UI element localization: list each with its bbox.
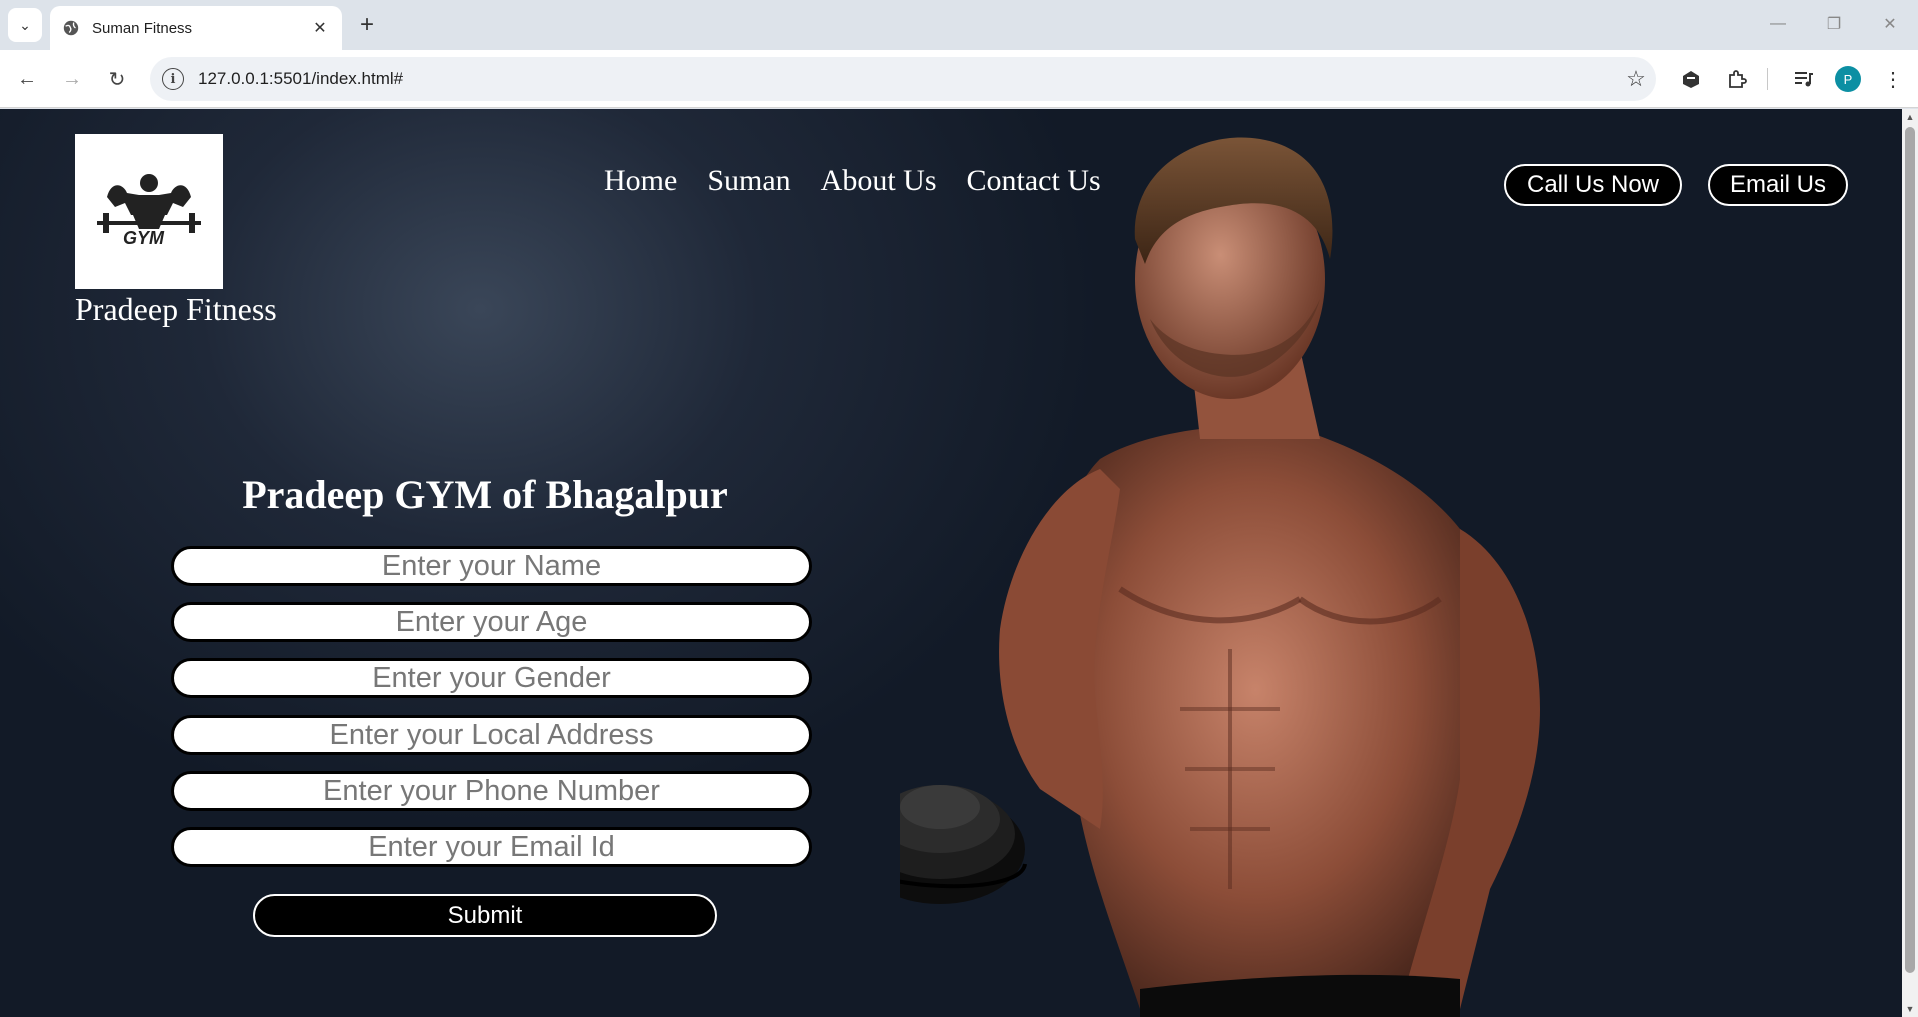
profile-avatar[interactable]: P: [1835, 66, 1861, 92]
nav-suman[interactable]: Suman: [707, 164, 790, 198]
address-bar[interactable]: i 127.0.0.1:5501/index.html# ☆: [150, 57, 1656, 101]
extension-app-icon[interactable]: [1676, 64, 1706, 94]
site-info-icon[interactable]: i: [162, 68, 184, 90]
form-title: Pradeep GYM of Bhagalpur: [242, 472, 728, 517]
tab-title: Suman Fitness: [92, 19, 193, 37]
media-control-icon[interactable]: [1788, 64, 1818, 94]
tab-strip: ⌄ Suman Fitness ✕ + — ❐ ✕: [0, 0, 1918, 50]
extensions-puzzle-icon[interactable]: [1722, 64, 1752, 94]
address-input[interactable]: [171, 715, 812, 755]
page-scrollbar[interactable]: ▲ ▼: [1902, 109, 1918, 1017]
toolbar-separator: [1767, 68, 1768, 90]
logo-text: GYM: [123, 228, 165, 248]
email-us-button[interactable]: Email Us: [1708, 164, 1848, 206]
nav-about-us[interactable]: About Us: [821, 164, 937, 198]
menu-kebab-icon[interactable]: ⋮: [1878, 64, 1908, 94]
scroll-down-icon[interactable]: ▼: [1902, 1001, 1918, 1017]
back-icon[interactable]: ←: [12, 64, 42, 94]
browser-toolbar: ← → ↻ i 127.0.0.1:5501/index.html# ☆ ⋮: [0, 50, 1918, 108]
gym-logo[interactable]: GYM: [75, 134, 223, 289]
nav-home[interactable]: Home: [604, 164, 677, 198]
tab-close-icon[interactable]: ✕: [310, 18, 330, 38]
bookmark-star-icon[interactable]: ☆: [1616, 66, 1656, 92]
phone-input[interactable]: [171, 771, 812, 811]
gender-input[interactable]: [171, 658, 812, 698]
main-nav: Home Suman About Us Contact Us: [604, 164, 1101, 198]
age-input[interactable]: [171, 602, 812, 642]
scroll-up-icon[interactable]: ▲: [1902, 109, 1918, 125]
call-us-now-button[interactable]: Call Us Now: [1504, 164, 1682, 206]
email-input[interactable]: [171, 827, 812, 867]
brand-name: Pradeep Fitness: [75, 291, 277, 327]
name-input[interactable]: [171, 546, 812, 586]
web-page: GYM Pradeep Fitness Home Suman About Us …: [0, 109, 1902, 1017]
url-text[interactable]: 127.0.0.1:5501/index.html#: [198, 69, 1616, 89]
hero-athlete-image: [900, 137, 1540, 1017]
close-window-icon[interactable]: ✕: [1870, 8, 1910, 40]
scroll-thumb[interactable]: [1905, 127, 1915, 973]
forward-icon[interactable]: →: [57, 64, 87, 94]
new-tab-icon[interactable]: +: [352, 10, 382, 40]
globe-icon: [63, 20, 79, 36]
reload-icon[interactable]: ↻: [102, 64, 132, 94]
minimize-icon[interactable]: —: [1758, 8, 1798, 40]
restore-icon[interactable]: ❐: [1814, 8, 1854, 40]
nav-contact-us[interactable]: Contact Us: [967, 164, 1101, 198]
submit-button[interactable]: Submit: [253, 894, 717, 937]
browser-tab[interactable]: Suman Fitness ✕: [50, 6, 342, 50]
tab-search-icon[interactable]: ⌄: [8, 8, 42, 42]
